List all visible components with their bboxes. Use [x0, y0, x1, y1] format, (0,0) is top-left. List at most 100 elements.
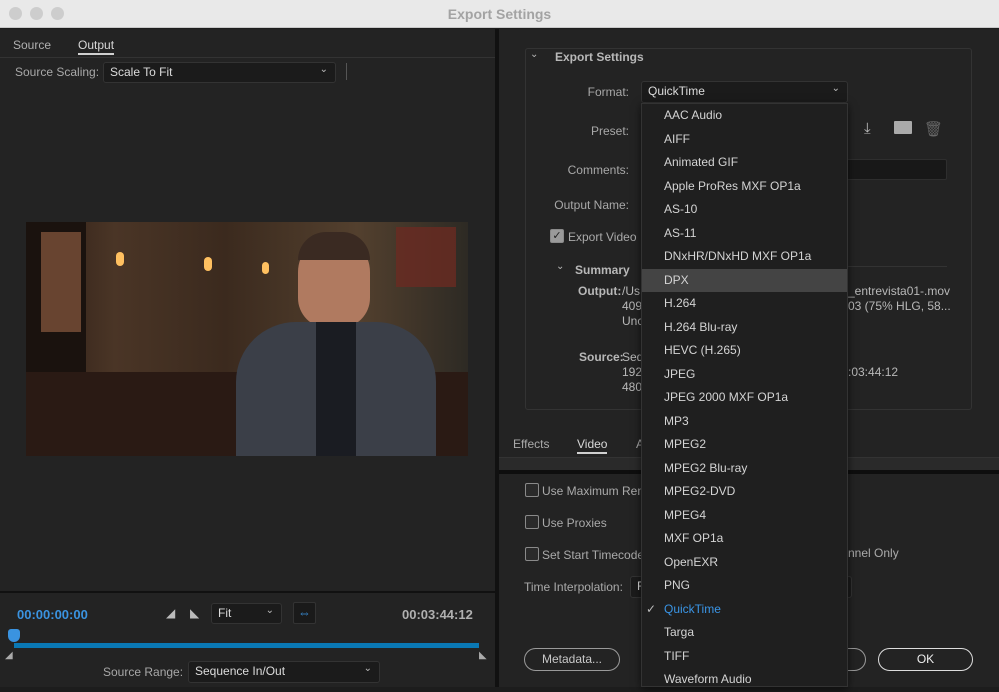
delete-preset-icon[interactable]: 🗑: [924, 120, 943, 138]
format-menu-item[interactable]: MPEG4: [642, 504, 847, 528]
source-range-select[interactable]: Sequence In/Out ⌄: [188, 661, 380, 683]
set-start-timecode-checkbox[interactable]: [525, 547, 539, 561]
format-menu-item-label: JPEG: [664, 366, 696, 381]
in-point-handle[interactable]: ◢: [5, 650, 13, 661]
mark-out-icon[interactable]: ◣: [190, 606, 199, 620]
use-proxies-label: Use Proxies: [542, 516, 607, 530]
format-menu-item[interactable]: JPEG: [642, 363, 847, 387]
video-preview: [26, 222, 468, 456]
summary-output-label: Output:: [578, 284, 622, 298]
format-menu-item-label: MPEG2 Blu-ray: [664, 460, 748, 475]
summary-source-right: :03:44:12: [848, 365, 899, 379]
format-menu-item[interactable]: TIFF: [642, 645, 847, 669]
preview-panel: Source Output Source Scaling: Scale To F…: [0, 29, 495, 687]
chevron-down-icon[interactable]: ⌄: [556, 261, 564, 272]
ok-button[interactable]: OK: [878, 648, 973, 671]
chevron-down-icon[interactable]: ⌄: [530, 49, 538, 60]
format-menu-item-label: MXF OP1a: [664, 531, 724, 545]
format-select[interactable]: QuickTime ⌄: [641, 81, 848, 103]
tab-output[interactable]: Output: [78, 38, 115, 55]
panel-divider[interactable]: [495, 29, 499, 687]
format-menu-item[interactable]: DNxHR/DNxHD MXF OP1a: [642, 245, 847, 269]
chevron-down-icon: ⌄: [265, 605, 274, 616]
format-dropdown-menu: AAC Audio AIFF Animated GIF Apple ProRes MX…: [641, 103, 848, 687]
format-menu-item[interactable]: Apple ProRes MXF OP1a: [642, 175, 847, 199]
metadata-button[interactable]: Metadata...: [524, 648, 620, 671]
mark-in-icon[interactable]: ◢: [166, 606, 175, 620]
format-menu-item[interactable]: Targa: [642, 621, 847, 645]
source-scaling-select[interactable]: Scale To Fit ⌄: [103, 62, 336, 83]
channel-only-label: nnel Only: [848, 546, 899, 560]
playhead-handle[interactable]: [8, 629, 20, 642]
divider: [0, 57, 495, 58]
format-menu-item[interactable]: H.264: [642, 292, 847, 316]
chevron-down-icon: ⌄: [319, 64, 328, 75]
format-label: Format:: [587, 85, 629, 99]
format-menu-item[interactable]: MPEG2: [642, 433, 847, 457]
format-menu-item[interactable]: ✓ QuickTime: [642, 598, 847, 622]
source-range-value: Sequence In/Out: [195, 664, 286, 678]
format-menu-item[interactable]: AS-11: [642, 222, 847, 246]
format-menu-item[interactable]: AS-10: [642, 198, 847, 222]
format-menu-item[interactable]: DPX: [642, 268, 847, 292]
format-menu-item[interactable]: MXF OP1a: [642, 527, 847, 551]
format-menu-item-label: HEVC (H.265): [664, 343, 741, 357]
format-menu-item[interactable]: AAC Audio: [642, 104, 847, 128]
comments-label: Comments:: [567, 163, 629, 177]
format-menu-item-label: PNG: [664, 578, 691, 592]
export-settings-heading: Export Settings: [551, 50, 648, 64]
format-menu-item-label: H.264 Blu-ray: [664, 319, 738, 334]
format-value: QuickTime: [648, 84, 705, 98]
format-menu-item[interactable]: OpenEXR: [642, 551, 847, 575]
use-proxies-checkbox[interactable]: [525, 515, 539, 529]
format-menu-item-label: MPEG2: [664, 437, 707, 451]
out-point-handle[interactable]: ◣: [479, 650, 487, 661]
divider: [0, 591, 495, 593]
summary-output-right: _entrevista01-.mov 03 (75% HLG, 58...: [848, 284, 951, 313]
fit-timeline-icon[interactable]: ⇔: [293, 602, 316, 624]
checkmark-icon: ✓: [646, 601, 657, 616]
format-menu-item-label: MPEG2-DVD: [664, 484, 736, 498]
format-menu-item[interactable]: MPEG2 Blu-ray: [642, 457, 847, 481]
format-menu-item[interactable]: MPEG2-DVD: [642, 480, 847, 504]
format-menu-item[interactable]: MP3: [642, 410, 847, 434]
format-menu-item[interactable]: Waveform Audio: [642, 668, 847, 692]
format-menu-item-label: DNxHR/DNxHD MXF OP1a: [664, 249, 812, 263]
timeline-bar[interactable]: [14, 643, 479, 648]
format-menu-item-label: QuickTime: [664, 601, 721, 616]
source-scaling-label: Source Scaling:: [15, 65, 100, 79]
format-menu-item[interactable]: PNG: [642, 574, 847, 598]
tab-source[interactable]: Source: [13, 38, 51, 52]
format-menu-item-label: TIFF: [664, 648, 690, 663]
set-start-timecode-label: Set Start Timecode: [542, 548, 645, 562]
format-menu-item-label: MPEG4: [664, 507, 707, 522]
chevron-down-icon: ⌄: [363, 663, 372, 674]
format-menu-item-label: AAC Audio: [664, 108, 723, 122]
use-max-render-checkbox[interactable]: [525, 483, 539, 497]
tab-effects[interactable]: Effects: [513, 437, 549, 451]
zoom-level-value: Fit: [218, 606, 232, 620]
title-bar: Export Settings: [0, 0, 999, 28]
import-preset-icon[interactable]: [894, 121, 912, 134]
format-menu-item-label: JPEG 2000 MXF OP1a: [664, 390, 789, 404]
current-timecode[interactable]: 00:00:00:00: [17, 607, 88, 622]
duration-timecode: 00:03:44:12: [402, 607, 473, 622]
source-scaling-value: Scale To Fit: [110, 65, 173, 79]
format-menu-item-label: DPX: [664, 272, 689, 287]
format-menu-item-label: Waveform Audio: [664, 672, 752, 686]
format-menu-item[interactable]: H.264 Blu-ray: [642, 316, 847, 340]
export-video-checkbox[interactable]: ✓: [550, 229, 564, 243]
format-menu-item[interactable]: AIFF: [642, 128, 847, 152]
save-preset-icon[interactable]: ⤓: [864, 120, 871, 137]
window-title: Export Settings: [447, 6, 552, 22]
format-menu-item[interactable]: Animated GIF: [642, 151, 847, 175]
format-menu-item-label: Apple ProRes MXF OP1a: [664, 178, 801, 193]
time-interpolation-label: Time Interpolation:: [524, 580, 623, 594]
use-max-render-label: Use Maximum Ren: [542, 484, 645, 498]
format-menu-item[interactable]: JPEG 2000 MXF OP1a: [642, 386, 847, 410]
format-menu-item-label: MP3: [664, 413, 689, 428]
summary-source-label: Source:: [579, 350, 624, 364]
zoom-level-select[interactable]: Fit ⌄: [211, 603, 282, 624]
tab-video[interactable]: Video: [577, 437, 608, 454]
format-menu-item[interactable]: HEVC (H.265): [642, 339, 847, 363]
